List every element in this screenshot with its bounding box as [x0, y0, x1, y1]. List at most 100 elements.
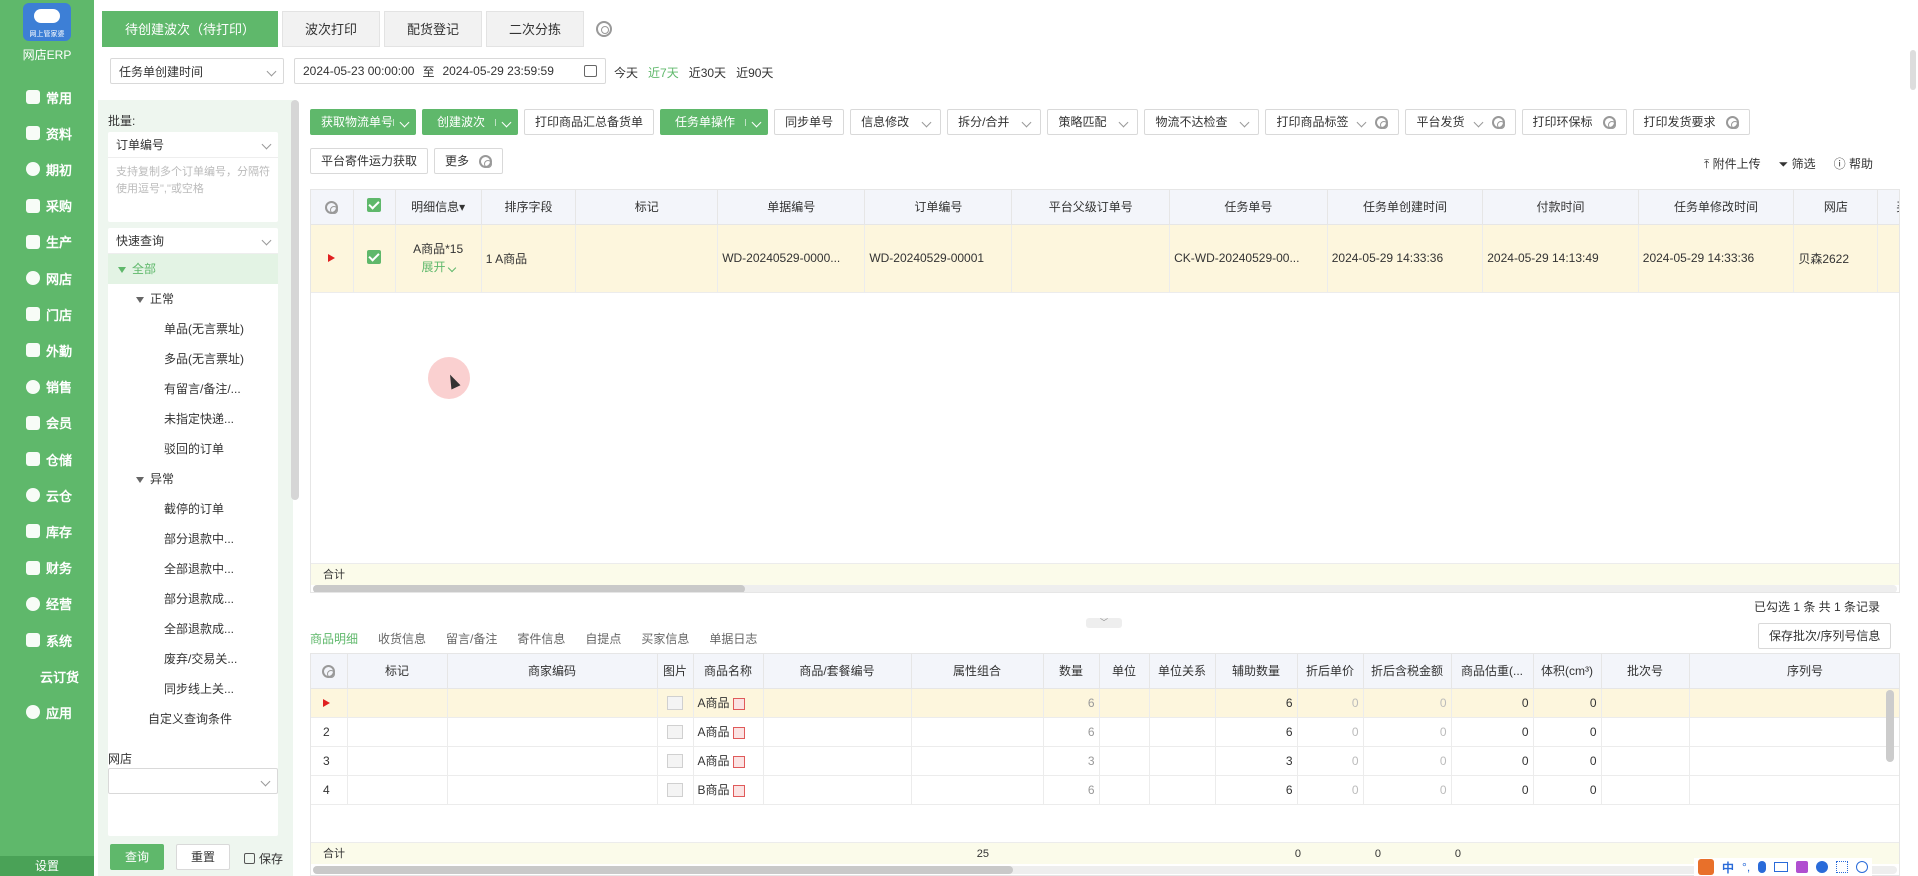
- col-volume[interactable]: 体积(cm³): [1533, 654, 1602, 689]
- scroll-thumb[interactable]: [313, 585, 745, 592]
- last-7-days-link[interactable]: 近7天: [648, 64, 679, 81]
- side-scrollbar[interactable]: [291, 100, 299, 500]
- col-created[interactable]: 任务单创建时间: [1327, 190, 1484, 225]
- col-batch-no[interactable]: 批次号: [1601, 654, 1690, 689]
- col-goods-name[interactable]: 商品名称: [693, 654, 764, 689]
- tree-node-abnormal-6[interactable]: 废弃/交易关...: [108, 644, 278, 674]
- select-all-checkbox[interactable]: [353, 190, 396, 225]
- table-row[interactable]: 2 A商品 6 6 0 0 0 0: [311, 717, 1899, 747]
- page-scrollbar[interactable]: [1910, 50, 1916, 90]
- column-settings[interactable]: [311, 190, 354, 225]
- nav-item-warehouse[interactable]: 仓储: [0, 446, 94, 472]
- tree-node-normal-5[interactable]: 驳回的订单: [108, 434, 278, 464]
- goods-tag-icon[interactable]: [732, 726, 745, 739]
- nav-item-data[interactable]: 资料: [0, 120, 94, 146]
- tab-secondary-sort[interactable]: 二次分拣: [486, 11, 585, 47]
- filter-button[interactable]: ⏷ 筛选: [1779, 155, 1816, 172]
- nav-item-operation[interactable]: 经营: [0, 591, 94, 617]
- dropdown-arrow[interactable]: [495, 117, 517, 127]
- toolbox-icon[interactable]: [1816, 861, 1829, 873]
- detail-vertical-scrollbar[interactable]: [1886, 690, 1894, 762]
- tab-buyer-info[interactable]: 买家信息: [641, 630, 689, 655]
- goods-tag-icon[interactable]: [732, 784, 745, 797]
- col-merchant-code[interactable]: 商家编码: [447, 654, 658, 689]
- goods-tag-icon[interactable]: [732, 697, 745, 710]
- calendar-icon[interactable]: [584, 65, 597, 77]
- col-bill-no[interactable]: 单据编号: [717, 190, 866, 225]
- tab-picking-register[interactable]: 配货登记: [384, 11, 483, 47]
- tab-pending-wave[interactable]: 待创建波次（待打印）: [102, 11, 279, 47]
- platform-ship-button[interactable]: 平台发货: [1405, 109, 1516, 135]
- col-mark[interactable]: 标记: [347, 654, 448, 689]
- col-task-no[interactable]: 任务单号: [1169, 190, 1328, 225]
- table-row[interactable]: 3 A商品 3 3 0 0 0 0: [311, 746, 1899, 776]
- gear-icon[interactable]: [1725, 115, 1739, 129]
- col-mark[interactable]: 标记: [575, 190, 719, 225]
- dropdown-arrow[interactable]: [393, 117, 415, 127]
- tree-node-normal-1[interactable]: 单品(无言票址): [108, 314, 278, 344]
- ime-mode[interactable]: 中: [1722, 859, 1734, 876]
- tab-pickup-point[interactable]: 自提点: [585, 630, 621, 655]
- tree-node-custom[interactable]: 自定义查询条件: [108, 704, 278, 734]
- col-quantity[interactable]: 数量: [1043, 654, 1100, 689]
- print-label-button[interactable]: 打印商品标签: [1265, 109, 1400, 135]
- punctuation-mode[interactable]: °,: [1742, 860, 1750, 874]
- tab-wave-print[interactable]: 波次打印: [282, 11, 381, 47]
- tree-node-abnormal-4[interactable]: 部分退款成...: [108, 584, 278, 614]
- nav-item-online-shop[interactable]: 网店: [0, 265, 94, 291]
- tree-node-normal-4[interactable]: 未指定快递...: [108, 404, 278, 434]
- col-detail[interactable]: 明细信息▾: [395, 190, 482, 225]
- nav-item-common[interactable]: 常用: [0, 84, 94, 110]
- tree-node-all[interactable]: 全部: [108, 254, 278, 284]
- query-button[interactable]: 查询: [110, 844, 164, 870]
- quick-query-select[interactable]: 快速查询: [108, 228, 278, 254]
- tree-node-abnormal-2[interactable]: 部分退款中...: [108, 524, 278, 554]
- row-checkbox[interactable]: [353, 224, 396, 293]
- shop-select[interactable]: [108, 768, 278, 794]
- nav-item-inventory[interactable]: 库存: [0, 518, 94, 544]
- col-order-no[interactable]: 订单编号: [864, 190, 1013, 225]
- goods-tag-icon[interactable]: [732, 755, 745, 768]
- col-paid[interactable]: 付款时间: [1482, 190, 1639, 225]
- task-ops-button[interactable]: 任务单操作: [660, 109, 769, 135]
- scroll-thumb[interactable]: [313, 866, 1013, 874]
- get-tracking-button[interactable]: 获取物流单号: [310, 109, 417, 135]
- nav-item-apps[interactable]: 应用: [0, 699, 94, 725]
- date-type-select[interactable]: 任务单创建时间: [110, 58, 284, 84]
- nav-item-cloud-order[interactable]: 云订货: [0, 663, 94, 689]
- col-shop[interactable]: 网店: [1793, 190, 1879, 225]
- col-attribute[interactable]: 属性组合: [911, 654, 1044, 689]
- gear-icon[interactable]: [322, 664, 336, 678]
- upload-attachment-button[interactable]: ⤒ 附件上传: [1704, 155, 1761, 172]
- tree-node-normal[interactable]: 正常: [108, 284, 278, 314]
- expand-link[interactable]: 展开: [400, 258, 477, 276]
- gear-icon[interactable]: [479, 154, 493, 168]
- gear-icon[interactable]: [1491, 115, 1505, 129]
- tab-message-remark[interactable]: 留言/备注: [446, 630, 497, 655]
- info-edit-button[interactable]: 信息修改: [850, 109, 942, 135]
- courier-capacity-button[interactable]: 平台寄件运力获取: [310, 148, 429, 174]
- detail-column-settings[interactable]: [311, 654, 348, 689]
- col-buyer[interactable]: 买家账: [1877, 190, 1899, 225]
- create-wave-button[interactable]: 创建波次: [422, 109, 519, 135]
- detail-table-scrollbar[interactable]: [313, 866, 1897, 874]
- tab-settings-gear-icon[interactable]: [596, 21, 612, 37]
- nav-item-member[interactable]: 会员: [0, 410, 94, 436]
- microphone-icon[interactable]: [1758, 861, 1767, 873]
- nav-item-finance[interactable]: 财务: [0, 555, 94, 581]
- gear-icon[interactable]: [325, 200, 339, 214]
- tab-bill-log[interactable]: 单据日志: [709, 630, 757, 655]
- app-logo[interactable]: 网上管家婆: [23, 3, 71, 41]
- reset-button[interactable]: 重置: [176, 844, 230, 870]
- sync-number-button[interactable]: 同步单号: [774, 109, 845, 135]
- nav-item-store[interactable]: 门店: [0, 301, 94, 327]
- strategy-match-button[interactable]: 策略匹配: [1047, 109, 1139, 135]
- col-goods-package-no[interactable]: 商品/套餐编号: [763, 654, 912, 689]
- nav-item-production[interactable]: 生产: [0, 229, 94, 255]
- panel-collapse-handle[interactable]: ﹀: [1086, 618, 1122, 628]
- nav-item-field[interactable]: 外勤: [0, 337, 94, 363]
- table-row[interactable]: A商品*15 展开 1 A商品 WD-20240529-0000... WD-20…: [311, 224, 1899, 293]
- tab-goods-detail[interactable]: 商品明细: [310, 630, 359, 655]
- print-eco-button[interactable]: 打印环保标: [1521, 109, 1627, 135]
- logistics-check-button[interactable]: 物流不达检查: [1144, 109, 1260, 135]
